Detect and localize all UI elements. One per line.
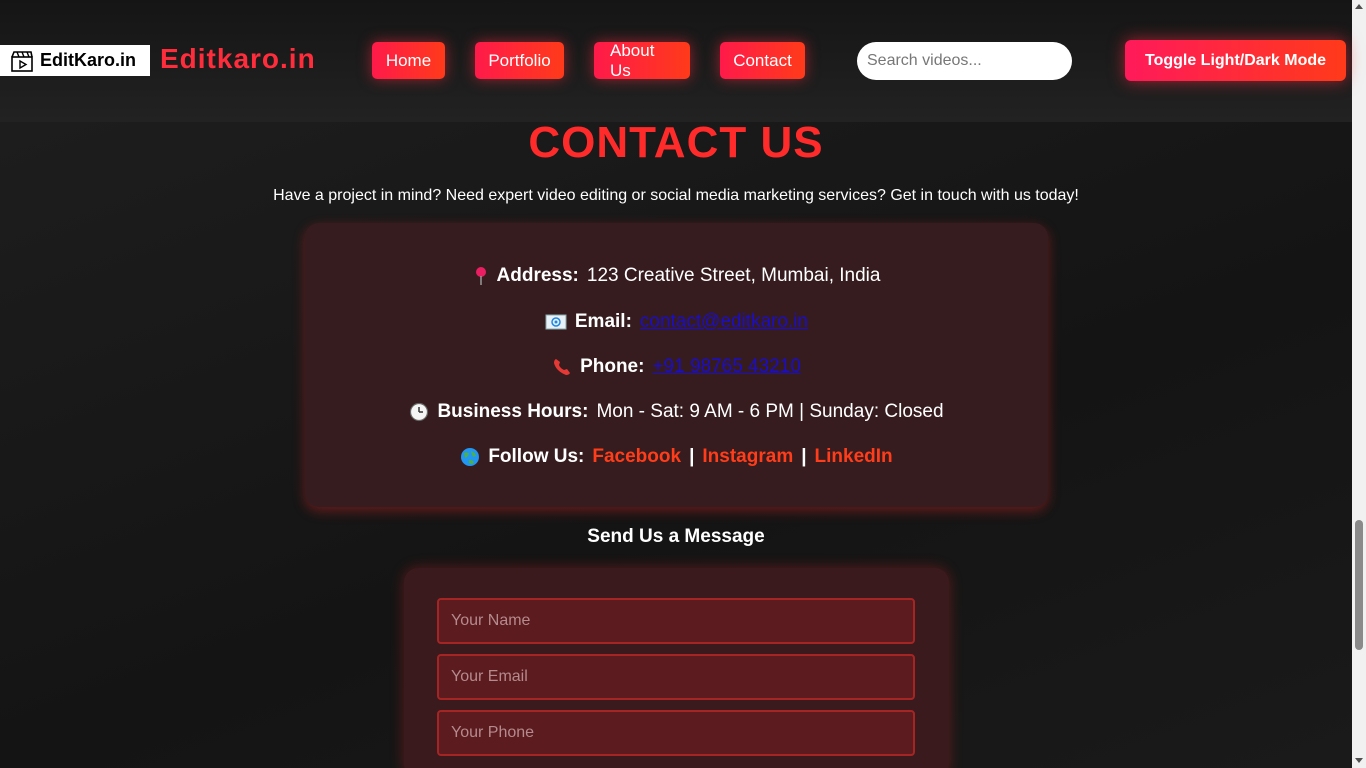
scrollbar-thumb[interactable]	[1355, 520, 1363, 650]
instagram-link[interactable]: Instagram	[702, 446, 793, 468]
page-subtitle: Have a project in mind? Need expert vide…	[273, 187, 1079, 204]
separator: |	[801, 446, 807, 467]
globe-icon	[460, 447, 480, 467]
follow-label: Follow Us:	[488, 446, 585, 467]
phone-icon	[552, 357, 572, 377]
phone-link[interactable]: +91 98765 43210	[652, 356, 800, 378]
hours-label: Business Hours:	[437, 401, 589, 422]
email-link[interactable]: contact@editkaro.in	[640, 311, 808, 333]
email-field[interactable]	[437, 654, 915, 700]
address-value: 123 Creative Street, Mumbai, India	[586, 265, 881, 286]
nav-portfolio-button[interactable]: Portfolio	[475, 42, 564, 79]
hours-row: Business Hours: Mon - Sat: 9 AM - 6 PM |…	[305, 401, 1048, 423]
contact-info-card: Address: 123 Creative Street, Mumbai, In…	[305, 223, 1048, 507]
search-input[interactable]	[857, 42, 1072, 80]
theme-toggle-button[interactable]: Toggle Light/Dark Mode	[1125, 40, 1346, 81]
scroll-down-arrow-icon[interactable]	[1355, 758, 1363, 763]
follow-row: Follow Us: Facebook | Instagram | Linked…	[305, 446, 1048, 468]
name-field[interactable]	[437, 598, 915, 644]
facebook-link[interactable]: Facebook	[592, 446, 681, 468]
clapperboard-icon	[10, 49, 34, 73]
nav-about-button[interactable]: About Us	[594, 41, 690, 80]
hours-value: Mon - Sat: 9 AM - 6 PM | Sunday: Closed	[596, 401, 944, 422]
pushpin-icon	[473, 266, 489, 286]
scroll-up-arrow-icon[interactable]	[1355, 4, 1363, 9]
address-label: Address:	[496, 265, 579, 286]
email-label: Email:	[574, 311, 632, 332]
logo[interactable]: EditKaro.in	[0, 45, 150, 76]
logo-text: EditKaro.in	[40, 50, 137, 70]
form-title: Send Us a Message	[587, 526, 765, 547]
linkedin-link[interactable]: LinkedIn	[815, 446, 893, 468]
nav-home-button[interactable]: Home	[372, 42, 445, 79]
nav-contact-button[interactable]: Contact	[720, 42, 805, 79]
email-icon	[545, 314, 567, 330]
scrollbar[interactable]	[1352, 0, 1366, 768]
address-row: Address: 123 Creative Street, Mumbai, In…	[305, 265, 1048, 287]
separator: |	[689, 446, 695, 467]
site-header: EditKaro.in Editkaro.in Home Portfolio A…	[0, 0, 1352, 122]
brand-title[interactable]: Editkaro.in	[160, 43, 316, 75]
clock-icon	[409, 402, 429, 422]
email-row: Email: contact@editkaro.in	[305, 311, 1048, 333]
phone-row: Phone: +91 98765 43210	[305, 356, 1048, 378]
phone-field[interactable]	[437, 710, 915, 756]
page-title: CONTACT US	[528, 118, 824, 167]
phone-label: Phone:	[580, 356, 645, 377]
